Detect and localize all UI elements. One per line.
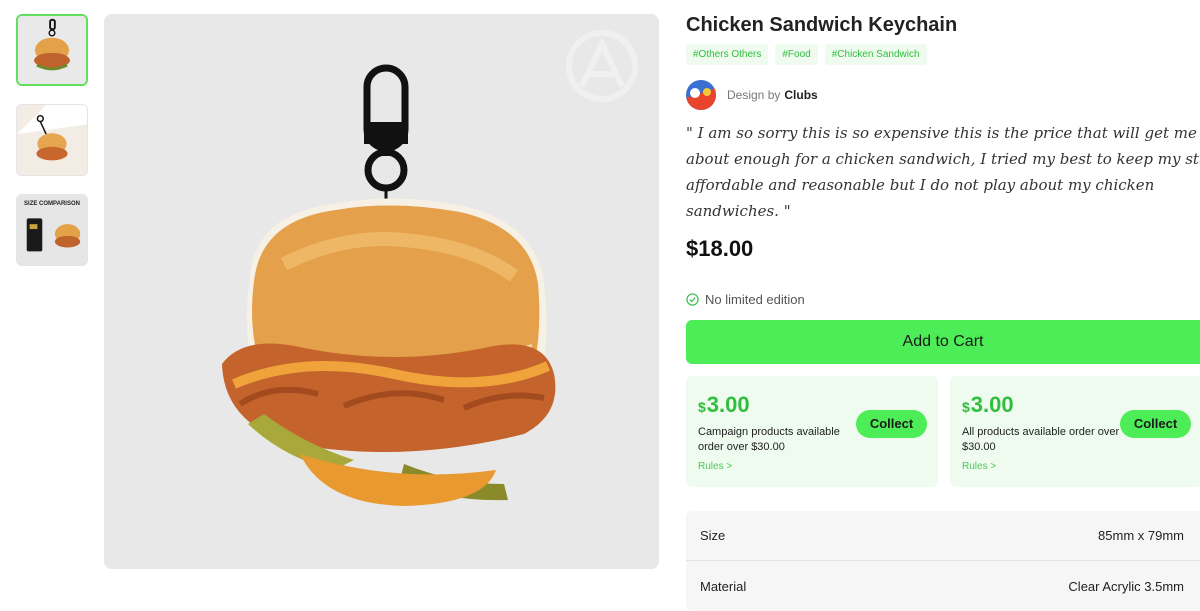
add-to-cart-button[interactable]: Add to Cart — [686, 320, 1200, 364]
thumbnail-size-comparison[interactable]: SIZE COMPARISON — [16, 194, 88, 266]
chicken-sandwich-keychain-image — [104, 14, 659, 569]
edition-status: No limited edition — [686, 292, 805, 307]
coupon-description: All products available order over $30.00 — [962, 426, 1120, 453]
size-comparison-caption: SIZE COMPARISON — [24, 201, 80, 207]
spec-label: Material — [700, 578, 747, 594]
design-by-label: Design by — [727, 88, 781, 102]
collect-button[interactable]: Collect — [1120, 410, 1191, 438]
check-circle-icon — [686, 293, 699, 306]
spec-row-material: Material Clear Acrylic 3.5mm — [686, 561, 1200, 611]
product-price: $18.00 — [686, 236, 754, 261]
tag-list: #Others Others #Food #Chicken Sandwich — [686, 44, 927, 65]
edition-label: No limited edition — [705, 292, 805, 307]
coupon-description: Campaign products available order over $… — [698, 426, 840, 453]
designer-avatar[interactable] — [686, 80, 716, 110]
spec-value: 85mm x 79mm — [1098, 528, 1184, 543]
coupon-card-campaign: $3.00 Campaign products available order … — [686, 376, 938, 487]
product-description: " I am so sorry this is so expensive thi… — [686, 124, 1200, 220]
main-product-image[interactable] — [104, 14, 659, 569]
keychain-thumbnail-image — [18, 16, 86, 84]
coupon-card-all-products: $3.00 All products available order over … — [950, 376, 1200, 487]
product-title: Chicken Sandwich Keychain — [686, 14, 958, 36]
thumbnail-keychain[interactable] — [16, 14, 88, 86]
tag-others[interactable]: #Others Others — [686, 44, 769, 65]
lifestyle-thumbnail-image — [17, 105, 87, 175]
tag-chicken-sandwich[interactable]: #Chicken Sandwich — [824, 44, 927, 65]
designer-name[interactable]: Clubs — [784, 88, 817, 102]
tag-food[interactable]: #Food — [775, 44, 818, 65]
thumbnail-lifestyle[interactable] — [16, 104, 88, 176]
spec-label: Size — [700, 528, 726, 543]
spec-value: Clear Acrylic 3.5mm — [1068, 578, 1184, 594]
coupon-rules-link[interactable]: Rules > — [962, 461, 996, 472]
spec-table: Size 85mm x 79mm Material Clear Acrylic … — [686, 511, 1200, 611]
coupon-rules-link[interactable]: Rules > — [698, 461, 732, 472]
thumbnail-list: SIZE COMPARISON — [16, 14, 90, 284]
coupon-amount: $3.00 — [698, 392, 750, 417]
designer-row[interactable]: Design by Clubs — [686, 80, 818, 110]
collect-button[interactable]: Collect — [856, 410, 927, 438]
spec-row-size: Size 85mm x 79mm — [686, 511, 1200, 561]
coupon-amount: $3.00 — [962, 392, 1014, 417]
